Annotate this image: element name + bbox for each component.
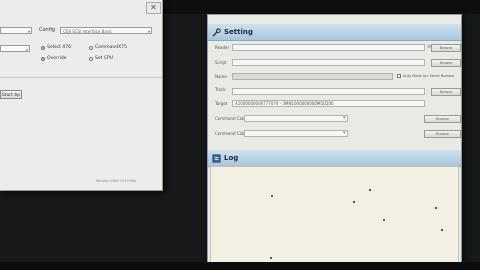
target-field[interactable]: A1000000000777074 - 3MN1000000000MD0200 — [232, 100, 425, 107]
close-button[interactable]: ✕ — [146, 2, 161, 14]
radio-label: Select X76 — [47, 45, 72, 50]
screen-speck — [271, 195, 273, 197]
log-title: Log — [224, 154, 239, 162]
radio-dot-icon — [41, 45, 45, 50]
port-select[interactable]: ▾ — [0, 27, 32, 34]
screen-speck — [435, 207, 437, 209]
divider — [0, 77, 162, 78]
checkbox-icon — [397, 74, 401, 78]
secondary-select[interactable]: ▾ — [0, 45, 30, 52]
command-cable-select[interactable] — [244, 115, 348, 122]
target-label: Target — [215, 101, 228, 106]
chevron-down-icon: ▾ — [343, 115, 346, 121]
config-label: Config — [39, 27, 56, 33]
name-label: Name — [215, 74, 227, 79]
reader-field[interactable] — [232, 44, 425, 51]
command-cable-2-select[interactable] — [244, 130, 348, 137]
radio-select-x76[interactable]: Select X76 — [41, 45, 71, 50]
radio-dot-icon — [41, 56, 45, 61]
screen-speck — [441, 229, 443, 231]
reader-browse-button[interactable]: Browse — [431, 44, 461, 52]
log-output[interactable] — [210, 166, 459, 263]
radio-label: CommandX75 — [95, 45, 127, 50]
auto-mode-checkbox[interactable]: Auto Mode Arc Serial Number — [397, 74, 455, 78]
log-icon — [212, 153, 221, 163]
track-label: Track — [215, 87, 226, 92]
radio-label: Set CPU — [95, 56, 113, 61]
config-select-value: CE8 SCSI Interface Basic — [63, 29, 113, 34]
chevron-down-icon: ▾ — [25, 47, 28, 52]
config-select[interactable]: CE8 SCSI Interface Basic ▾ — [60, 27, 152, 34]
radio-dot-icon — [89, 56, 93, 61]
screen-speck — [353, 201, 355, 203]
radio-dot-icon — [89, 45, 93, 50]
radio-command-x75[interactable]: CommandX75 — [89, 45, 127, 50]
start-button[interactable]: Start bp — [0, 90, 22, 99]
setting-header: Setting — [208, 24, 461, 41]
setting-window: Setting Reader ⚙ Browse Script Browse Na… — [207, 14, 462, 266]
log-header: Log — [208, 150, 461, 167]
wrench-icon — [212, 27, 221, 37]
screen-speck — [270, 257, 272, 259]
radio-override[interactable]: Override — [41, 56, 66, 61]
config-window: ✕ ▾ Config CE8 SCSI Interface Basic ▾ ▾ … — [0, 0, 163, 191]
radio-label: Override — [47, 56, 67, 61]
setting-title: Setting — [224, 28, 253, 36]
screen-speck — [383, 219, 385, 221]
chevron-down-icon: ▾ — [147, 29, 150, 34]
track-field[interactable] — [232, 88, 425, 95]
version-status: Version 2985 2019 Mar — [96, 179, 137, 183]
monitor-bezel-bottom — [0, 262, 480, 270]
script-label: Script — [215, 60, 227, 65]
checkbox-label: Auto Mode Arc Serial Number — [403, 74, 455, 78]
reader-label: Reader — [215, 45, 230, 50]
name-field[interactable] — [232, 73, 393, 80]
script-browse-button[interactable]: Browse — [431, 59, 461, 67]
command-cable-2-browse-button[interactable]: Browse — [424, 130, 461, 138]
chevron-down-icon: ▾ — [27, 29, 30, 34]
chevron-down-icon: ▾ — [343, 130, 346, 136]
script-field[interactable] — [232, 59, 425, 66]
command-cable-browse-button[interactable]: Browse — [424, 115, 461, 123]
radio-set-cpu[interactable]: Set CPU — [89, 56, 113, 61]
screen-speck — [369, 189, 371, 191]
track-browse-button[interactable]: Browse — [431, 88, 461, 96]
